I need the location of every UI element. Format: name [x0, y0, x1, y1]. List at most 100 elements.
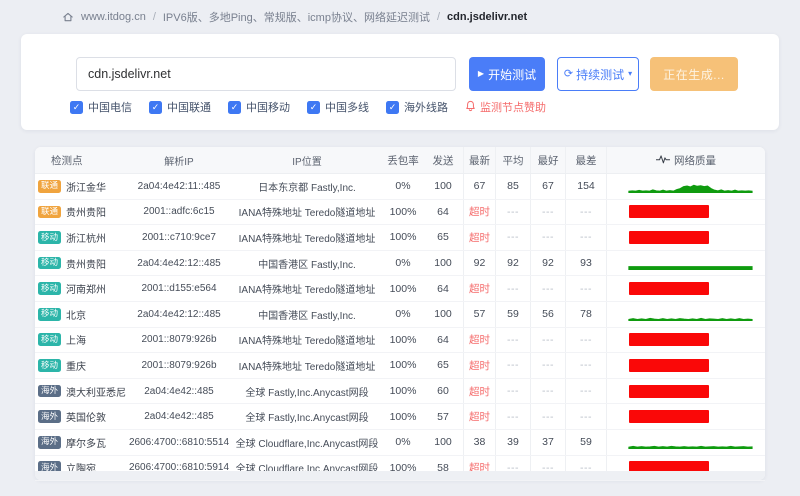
- checkbox-checked-icon[interactable]: ✓: [228, 100, 241, 114]
- quality-red-bar: [629, 384, 709, 398]
- resolved-ip: 2a04:4e42:12::485: [137, 257, 221, 269]
- table-footer: [35, 471, 765, 480]
- latest-ms: 57: [463, 301, 495, 327]
- network-quality-cell: [606, 404, 765, 429]
- checkbox-label: 中国联通: [167, 102, 211, 114]
- line-filter-checkbox[interactable]: ✓ 中国电信: [70, 99, 132, 115]
- quality-red-bar: [629, 230, 709, 244]
- checkbox-checked-icon[interactable]: ✓: [70, 100, 83, 114]
- best-ms: ---: [530, 404, 565, 429]
- node-cell: 海外 澳大利亚悉尼: [35, 379, 127, 404]
- latest-ms: 38: [463, 429, 495, 455]
- line-filter-checkbox[interactable]: ✓ 海外线路: [386, 99, 448, 115]
- table-row: 移动 浙江杭州 2001::c710:9ce7 IANA特殊地址 Teredo隧道地址…: [35, 225, 765, 251]
- best-ms: ---: [530, 353, 565, 378]
- avg-ms: ---: [495, 199, 530, 225]
- ip-location: IANA特殊地址 Teredo隧道地址: [238, 208, 376, 220]
- ip-location: IANA特殊地址 Teredo隧道地址: [238, 233, 376, 245]
- table-row: 海外 英国伦敦 2a04:4e42::485 全球 Fastly,Inc.Anycas…: [35, 404, 765, 430]
- resolved-ip: 2001::adfc:6c15: [143, 206, 215, 218]
- line-filter-checkbox[interactable]: ✓ 中国多线: [307, 99, 369, 115]
- checkbox-checked-icon[interactable]: ✓: [307, 100, 320, 114]
- checkbox-label: 中国多线: [325, 102, 369, 114]
- node-name: 英国伦敦: [66, 413, 107, 425]
- line-filter-checkbox[interactable]: ✓ 中国移动: [228, 99, 290, 115]
- network-quality-cell: [606, 429, 765, 455]
- checkbox-checked-icon[interactable]: ✓: [386, 100, 399, 114]
- table-row: 移动 重庆 2001::8079:926b IANA特殊地址 Teredo隧道地址 10…: [35, 353, 765, 379]
- breadcrumb-path: IPV6版、多地Ping、常规版、icmp协议、网络延迟测试: [162, 12, 430, 24]
- avg-ms: ---: [495, 378, 530, 404]
- line-filters: ✓ 中国电信 ✓ 中国联通 ✓ 中国移动 ✓ 中国多线 ✓ 海外线路 监测节点赞助: [70, 99, 546, 115]
- home-icon: [62, 11, 74, 23]
- sent-count: 100: [434, 257, 452, 270]
- worst-ms: ---: [565, 327, 606, 353]
- worst-ms: 78: [565, 301, 606, 327]
- column-header-6: 最新: [463, 147, 495, 173]
- column-header-8: 最好: [530, 147, 565, 173]
- line-filter-checkbox[interactable]: ✓ 中国联通: [149, 99, 211, 115]
- resolved-ip: 2a04:4e42:11::485: [137, 180, 221, 192]
- column-header-10: 网络质量: [606, 147, 765, 173]
- avg-ms: 59: [495, 301, 530, 327]
- table-body: 联通 浙江金华 2a04:4e42:11::485 日本东京都 Fastly,Inc.…: [35, 174, 765, 482]
- quality-sparkline: [628, 446, 753, 450]
- node-cell: 联通 浙江金华: [35, 174, 127, 199]
- latest-ms: 超时: [463, 404, 495, 429]
- host-input[interactable]: [76, 57, 456, 91]
- worst-ms: ---: [565, 199, 606, 225]
- network-quality-cell: [606, 353, 765, 378]
- worst-ms: ---: [565, 353, 606, 378]
- node-cell: 移动 贵州贵阳: [35, 251, 127, 276]
- latest-ms: 超时: [463, 378, 495, 404]
- packet-loss: 0%: [395, 180, 411, 193]
- network-quality-cell: [606, 327, 765, 353]
- packet-loss: 100%: [389, 410, 417, 423]
- breadcrumb-home-link[interactable]: www.itdog.cn: [81, 11, 146, 23]
- page: www.itdog.cn / IPV6版、多地Ping、常规版、icmp协议、网…: [0, 0, 800, 496]
- worst-ms: ---: [565, 225, 606, 250]
- column-header-1: 检测点: [51, 154, 83, 167]
- bell-icon: [465, 100, 476, 115]
- test-panel: ▶ 开始测试 ⟳ 持续测试 ▾ 正在生成... ✓中国电信✓中国联通✓中国移动✓…: [21, 34, 779, 130]
- quality-red-bar: [629, 358, 709, 372]
- ip-location: IANA特殊地址 Teredo隧道地址: [238, 285, 376, 297]
- quality-sparkline: [628, 185, 753, 194]
- sent-count: 60: [437, 385, 449, 398]
- carrier-badge: 移动: [38, 307, 62, 321]
- carrier-badge: 移动: [38, 231, 62, 244]
- refresh-icon: ⟳: [563, 67, 574, 80]
- column-header-3: IP位置: [292, 156, 322, 168]
- sponsor-link[interactable]: 监测节点赞助: [465, 99, 546, 115]
- packet-loss: 0%: [395, 436, 411, 449]
- packet-loss: 100%: [389, 359, 417, 372]
- table-row: 移动 北京 2a04:4e42:12::485 中国香港区 Fastly,Inc. 0%…: [35, 301, 765, 328]
- generating-button[interactable]: 正在生成...: [650, 57, 738, 91]
- resolved-ip: 2a04:4e42:12::485: [137, 308, 221, 320]
- node-cell: 移动 河南郑州: [35, 276, 127, 301]
- sent-count: 65: [437, 359, 449, 372]
- sponsor-label: 监测节点赞助: [480, 102, 546, 114]
- quality-red-bar: [629, 205, 709, 219]
- sent-count: 100: [434, 180, 452, 193]
- node-name: 河南郑州: [66, 285, 107, 297]
- toolbar-row: ▶ 开始测试 ⟳ 持续测试 ▾ 正在生成...: [76, 57, 738, 91]
- continuous-test-button[interactable]: ⟳ 持续测试 ▾: [557, 57, 639, 91]
- avg-ms: ---: [495, 225, 530, 250]
- worst-ms: 154: [565, 174, 606, 199]
- latest-ms: 超时: [463, 327, 495, 353]
- sent-count: 64: [437, 205, 449, 218]
- avg-ms: 85: [495, 174, 530, 199]
- resolved-ip: 2001::8079:926b: [141, 359, 217, 371]
- start-test-button[interactable]: ▶ 开始测试: [469, 57, 545, 91]
- resolved-ip: 2001::d155:e564: [141, 283, 217, 295]
- ip-location: 中国香港区 Fastly,Inc.: [258, 259, 356, 271]
- latest-ms: 超时: [463, 353, 495, 378]
- node-name: 贵州贵阳: [66, 259, 107, 271]
- table-row: 海外 澳大利亚悉尼 2a04:4e42::485 全球 Fastly,Inc.Anyc…: [35, 378, 765, 405]
- table-row: 海外 摩尔多瓦 2606:4700::6810:5514 全球 Cloudflare,…: [35, 429, 765, 456]
- node-cell: 联通 贵州贵阳: [35, 200, 127, 225]
- checkbox-checked-icon[interactable]: ✓: [149, 100, 162, 114]
- carrier-badge: 海外: [38, 435, 62, 449]
- play-icon: ▶: [477, 69, 485, 78]
